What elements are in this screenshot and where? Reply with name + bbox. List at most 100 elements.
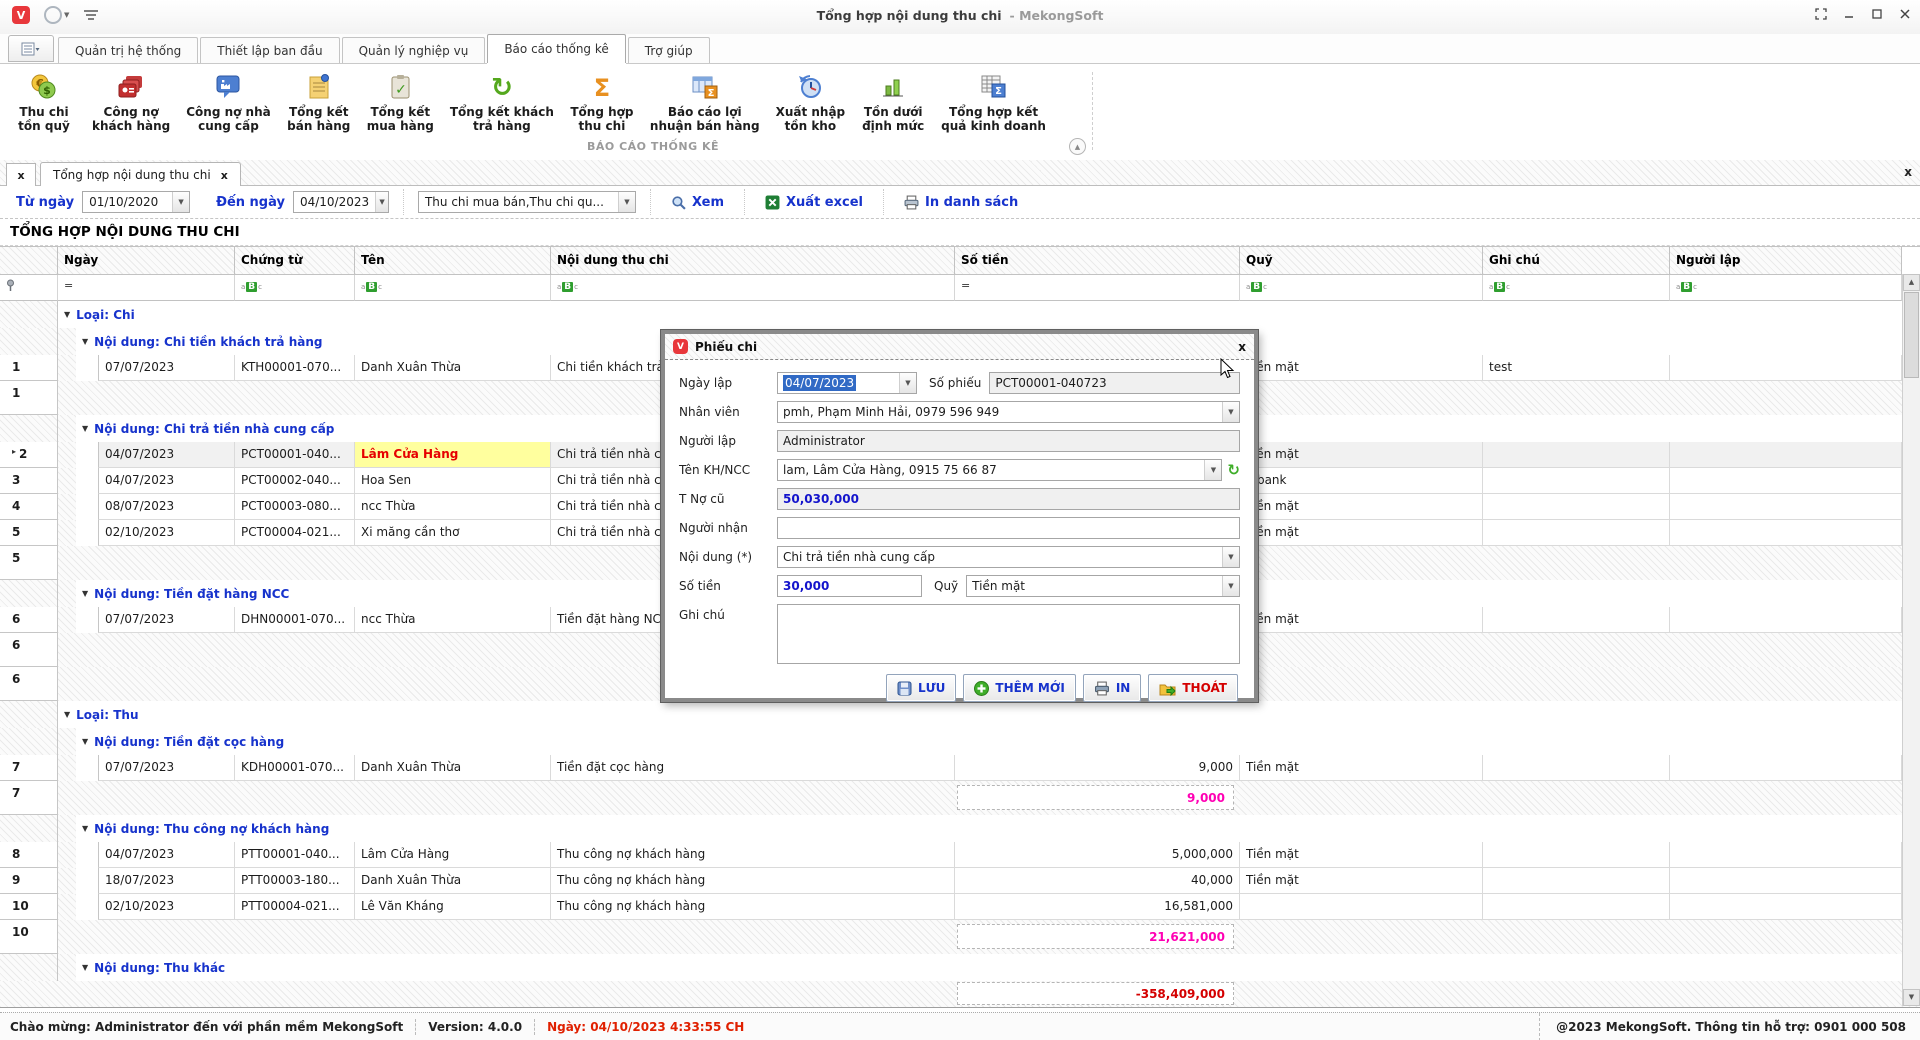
ribbon-group-caption: BÁO CÁO THỐNG KÊ	[0, 140, 1306, 153]
from-date-input[interactable]: 01/10/2020 ▼	[82, 191, 190, 213]
column-header-2[interactable]: Chứng từ	[235, 247, 355, 275]
filter-cell-4[interactable]: aBc	[551, 275, 955, 301]
window-launcher-button[interactable]	[8, 35, 54, 62]
document-tab[interactable]: Tổng hợp nội dung thu chi x	[40, 162, 241, 187]
table-row[interactable]: 1002/10/2023PTT00004-021...Lê Văn KhángT…	[0, 894, 1920, 920]
menu-tab-2[interactable]: Thiết lập ban đầu	[200, 37, 339, 63]
fund-select[interactable]: Tiền mặt ▼	[966, 575, 1240, 597]
filter-cell-2[interactable]: aBc	[235, 275, 355, 301]
export-excel-button[interactable]: Xuất excel	[759, 195, 869, 210]
filter-cell-5[interactable]: =	[955, 275, 1240, 301]
creator-cell	[1670, 520, 1902, 546]
save-button[interactable]: LƯU	[886, 674, 956, 702]
dropdown-arrow-icon[interactable]: ▼	[618, 192, 635, 212]
collapse-arrow-icon[interactable]: ▼	[82, 424, 88, 433]
collapse-arrow-icon[interactable]: ▼	[82, 963, 88, 972]
group-row[interactable]: ▼Nội dung: Thu công nợ khách hàng	[0, 815, 1920, 842]
version-text: Version: 4.0.0	[428, 1020, 522, 1034]
collapse-arrow-icon[interactable]: ▼	[64, 310, 70, 319]
exit-button[interactable]: THOÁT	[1148, 674, 1238, 702]
amount-input[interactable]: 30,000	[777, 575, 922, 597]
ribbon-item-4[interactable]: Tổng kếtbán hàng	[279, 68, 359, 136]
filter-pin-cell[interactable]	[0, 275, 58, 301]
group-row[interactable]: ▼Nội dung: Thu khác	[0, 954, 1920, 981]
menu-tab-4[interactable]: Báo cáo thống kê	[487, 34, 625, 63]
partner-select[interactable]: lam, Lâm Cửa Hàng, 0915 75 66 87 ▼	[777, 459, 1222, 481]
filter-cell-3[interactable]: aBc	[355, 275, 551, 301]
column-header-4[interactable]: Nội dung thu chi	[551, 247, 955, 275]
group-row[interactable]: ▼Nội dung: Tiền đặt cọc hàng	[0, 728, 1920, 755]
menu-tab-5[interactable]: Trợ giúp	[628, 37, 710, 63]
ribbon-item-8[interactable]: ΣBáo cáo lợinhuận bán hàng	[642, 68, 768, 136]
scrollbar-thumb[interactable]	[1904, 292, 1919, 378]
menu-tab-3[interactable]: Quản lý nghiệp vụ	[342, 37, 486, 63]
ribbon-item-1[interactable]: €$Thu chitồn quỹ	[4, 68, 84, 136]
dialog-close-button[interactable]: x	[1238, 340, 1246, 354]
filter-cell-1[interactable]: =	[58, 275, 235, 301]
group-row[interactable]: ▼Loại: Chi	[0, 301, 1920, 328]
group-row[interactable]: ▼Loại: Thu	[0, 701, 1920, 728]
tabstrip-close-button[interactable]: x	[1904, 165, 1912, 179]
collapse-arrow-icon[interactable]: ▼	[82, 589, 88, 598]
collapse-arrow-icon[interactable]: ▼	[82, 737, 88, 746]
ribbon-collapse-button[interactable]: ▲	[1069, 138, 1086, 155]
vertical-scrollbar[interactable]: ▲ ▼	[1902, 274, 1920, 1006]
ribbon-item-2[interactable]: Công nợkhách hàng	[84, 68, 178, 136]
menu-tab-1[interactable]: Quản trị hệ thống	[58, 37, 198, 63]
print-list-button[interactable]: In danh sách	[898, 195, 1024, 210]
close-button[interactable]	[1898, 7, 1912, 21]
created-date-input[interactable]: 04/07/2023 ▼	[777, 372, 917, 394]
collapse-arrow-icon[interactable]: ▼	[64, 710, 70, 719]
table-row[interactable]: 918/07/2023PTT00003-180...Danh Xuân Thừa…	[0, 868, 1920, 894]
dropdown-arrow-icon[interactable]: ▼	[899, 373, 916, 393]
dropdown-arrow-icon[interactable]: ▼	[172, 192, 189, 212]
ribbon-item-11[interactable]: ΣTổng hợp kếtquả kinh doanh	[933, 68, 1054, 136]
view-button[interactable]: Xem	[665, 195, 730, 210]
filter-cell-6[interactable]: aBc	[1240, 275, 1483, 301]
ribbon-item-7[interactable]: ΣTổng hợpthu chi	[562, 68, 642, 136]
fullscreen-button[interactable]	[1814, 7, 1828, 21]
dialog-titlebar[interactable]: V Phiếu chi x	[665, 334, 1254, 360]
employee-select[interactable]: pmh, Phạm Minh Hải, 0979 596 949 ▼	[777, 401, 1240, 423]
refresh-icon[interactable]: ↻	[1227, 461, 1240, 479]
collapse-arrow-icon[interactable]: ▼	[82, 824, 88, 833]
tab-close-icon[interactable]: x	[221, 169, 228, 182]
column-header-8[interactable]: Người lập	[1670, 247, 1902, 275]
add-new-button[interactable]: THÊM MỚI	[963, 674, 1075, 702]
column-header-6[interactable]: Quỹ	[1240, 247, 1483, 275]
scroll-up-button[interactable]: ▲	[1903, 274, 1920, 291]
ribbon-item-9[interactable]: Xuất nhậptồn kho	[768, 68, 854, 136]
partner-label: Tên KH/NCC	[679, 463, 777, 477]
content-select[interactable]: Chi trả tiền nhà cung cấp ▼	[777, 546, 1240, 568]
date-cell: 08/07/2023	[98, 494, 235, 520]
dropdown-arrow-icon[interactable]: ▼	[1204, 460, 1221, 480]
note-textarea[interactable]	[777, 604, 1240, 664]
dropdown-arrow-icon[interactable]: ▼	[1222, 547, 1239, 567]
ribbon-item-5[interactable]: ✓Tổng kếtmua hàng	[359, 68, 442, 136]
column-header-1[interactable]: Ngày	[58, 247, 235, 275]
table-row[interactable]: 804/07/2023PTT00001-040...Lâm Cửa HàngTh…	[0, 842, 1920, 868]
ribbon-item-10[interactable]: Tồn dướiđịnh mức	[853, 68, 933, 136]
column-header-3[interactable]: Tên	[355, 247, 551, 275]
filter-cell-7[interactable]: aBc	[1483, 275, 1670, 301]
ribbon-toolbar: €$Thu chitồn quỹCông nợkhách hàngCông nợ…	[0, 64, 1920, 161]
table-row[interactable]: 707/07/2023KDH00001-070...Danh Xuân Thừa…	[0, 755, 1920, 781]
print-list-label: In danh sách	[925, 195, 1018, 210]
dropdown-arrow-icon[interactable]: ▼	[1222, 576, 1239, 596]
column-header-7[interactable]: Ghi chú	[1483, 247, 1670, 275]
receiver-input[interactable]	[777, 517, 1240, 539]
ribbon-item-6[interactable]: ↻Tổng kết kháchtrả hàng	[442, 68, 562, 136]
filter-cell-8[interactable]: aBc	[1670, 275, 1902, 301]
dropdown-arrow-icon[interactable]: ▼	[375, 192, 388, 212]
scroll-down-button[interactable]: ▼	[1903, 989, 1920, 1006]
close-all-tabs-button[interactable]: x	[6, 163, 36, 186]
maximize-button[interactable]	[1870, 7, 1884, 21]
to-date-input[interactable]: 04/10/2023 ▼	[293, 191, 389, 213]
report-type-select[interactable]: Thu chi mua bán,Thu chi qu... ▼	[418, 191, 636, 213]
dropdown-arrow-icon[interactable]: ▼	[1222, 402, 1239, 422]
print-button[interactable]: IN	[1083, 674, 1142, 702]
ribbon-item-3[interactable]: Công nợ nhàcung cấp	[178, 68, 279, 136]
column-header-5[interactable]: Số tiền	[955, 247, 1240, 275]
minimize-button[interactable]	[1842, 7, 1856, 21]
collapse-arrow-icon[interactable]: ▼	[82, 337, 88, 346]
